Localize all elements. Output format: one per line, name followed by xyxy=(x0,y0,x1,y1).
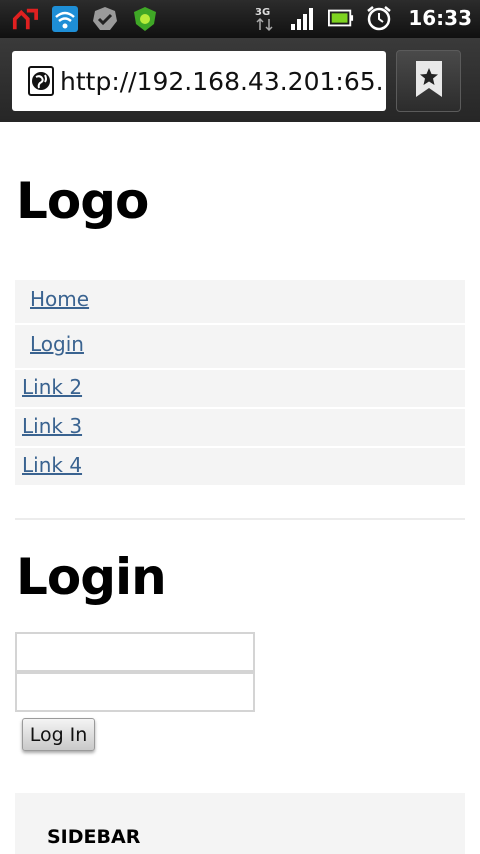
3g-data-icon: 3G xyxy=(252,4,278,32)
alarm-icon xyxy=(366,4,392,32)
login-button[interactable]: Log In xyxy=(22,718,95,751)
url-text[interactable]: http://192.168.43.201:65... xyxy=(60,67,386,96)
battery-icon xyxy=(328,4,354,32)
section-divider xyxy=(15,518,465,520)
nav-item-link-3: Link 3 xyxy=(15,409,465,448)
upload-arrow-icon xyxy=(12,5,38,33)
password-input[interactable] xyxy=(15,672,255,712)
leaf-shield-icon xyxy=(132,5,158,33)
checkmark-badge-icon xyxy=(92,5,118,33)
nav-item-link-2: Link 2 xyxy=(15,370,465,409)
nav-link-link-2[interactable]: Link 2 xyxy=(22,375,82,399)
nav-link-link-4[interactable]: Link 4 xyxy=(22,453,82,477)
login-heading: Login xyxy=(16,548,167,606)
nav-item-login: Login xyxy=(15,325,465,370)
status-time: 16:33 xyxy=(408,6,472,30)
site-logo[interactable]: Logo xyxy=(16,172,149,230)
bookmark-star-icon xyxy=(414,60,444,102)
web-page: Logo Home Login Link 2 Link 3 Link 4 Log… xyxy=(0,122,480,854)
nav-link-login[interactable]: Login xyxy=(30,332,84,356)
status-bar-notifications xyxy=(12,5,158,33)
url-field[interactable]: http://192.168.43.201:65... xyxy=(12,51,386,111)
sidebar: SIDEBAR xyxy=(15,793,465,854)
username-input[interactable] xyxy=(15,632,255,672)
nav-link-home[interactable]: Home xyxy=(30,287,89,311)
status-bar: 3G 16:33 xyxy=(0,0,480,38)
network-label: 3G xyxy=(255,7,270,18)
sidebar-title: SIDEBAR xyxy=(47,826,141,848)
signal-icon xyxy=(290,4,316,32)
nav-item-link-4: Link 4 xyxy=(15,448,465,487)
nav-item-home: Home xyxy=(15,280,465,325)
nav-link-link-3[interactable]: Link 3 xyxy=(22,414,82,438)
wifi-icon xyxy=(52,5,78,33)
browser-toolbar: http://192.168.43.201:65... xyxy=(0,38,480,122)
bookmark-button[interactable] xyxy=(396,50,461,112)
status-bar-system: 3G 16:33 xyxy=(252,4,472,32)
nav-menu: Home Login Link 2 Link 3 Link 4 xyxy=(15,280,465,487)
globe-icon xyxy=(28,66,54,96)
